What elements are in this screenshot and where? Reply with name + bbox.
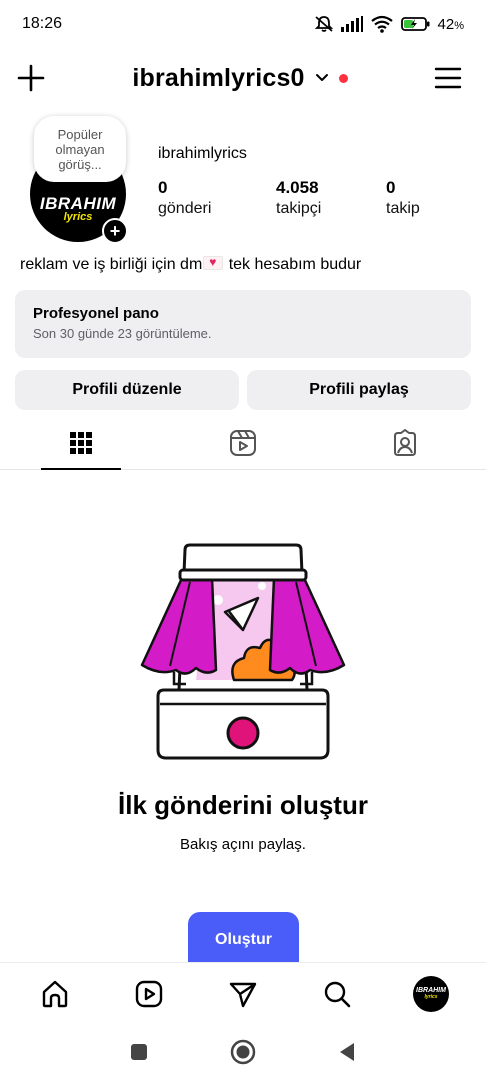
nav-profile[interactable]: IBRAHIM lyrics: [407, 970, 455, 1018]
wifi-icon: [370, 15, 393, 33]
reels-icon: [230, 429, 256, 456]
stat-followers-label: takipçi: [276, 200, 322, 217]
home-icon: [42, 980, 68, 1007]
nav-search[interactable]: [313, 970, 361, 1018]
bio-text-start: reklam ve iş birliği için dm: [20, 256, 203, 273]
account-switcher[interactable]: ibrahimlyrics0: [132, 63, 348, 93]
stat-following-label: takip: [386, 200, 420, 217]
grid-icon: [70, 431, 92, 454]
empty-state-subtitle: Bakış açını paylaş.: [180, 836, 306, 853]
nav-avatar-subtext: lyrics: [424, 994, 438, 1000]
tagged-icon: [394, 428, 416, 456]
chevron-down-icon: [315, 74, 328, 81]
share-profile-button[interactable]: Profili paylaş: [247, 370, 471, 410]
reels-icon: [135, 980, 163, 1007]
stat-following-value: 0: [386, 178, 396, 197]
tab-tagged[interactable]: [324, 416, 486, 469]
plus-icon: [17, 64, 45, 92]
profile-header: ibrahimlyrics0: [0, 52, 486, 104]
stat-following[interactable]: 0 takip: [386, 178, 420, 220]
nav-home[interactable]: [31, 970, 79, 1018]
battery-percent: 42%: [437, 15, 464, 33]
home-icon[interactable]: [230, 1039, 256, 1065]
profile-actions: Profili düzenle Profili paylaş: [15, 370, 471, 410]
search-icon: [324, 981, 351, 1007]
stat-followers-value: 4.058: [276, 178, 319, 197]
battery-charging-icon: [400, 17, 430, 31]
create-button[interactable]: [16, 63, 46, 93]
avatar-subtext: lyrics: [63, 210, 93, 223]
tab-posts-grid[interactable]: [0, 416, 162, 470]
create-post-button[interactable]: Oluştur: [188, 912, 299, 964]
menu-button[interactable]: [434, 64, 462, 92]
stat-posts-value: 0: [158, 178, 168, 197]
header-username: ibrahimlyrics0: [132, 63, 305, 92]
edit-profile-button[interactable]: Profili düzenle: [15, 370, 239, 410]
status-time: 18:26: [22, 15, 63, 32]
tab-reels[interactable]: [162, 416, 324, 469]
add-story-button[interactable]: +: [102, 218, 128, 244]
content-tabs: [0, 416, 486, 470]
signal-icon: [340, 16, 363, 32]
status-icons: 42%: [314, 15, 464, 33]
nav-avatar-text: IBRAHIM: [416, 987, 446, 994]
system-navigation: [0, 1024, 486, 1080]
love-letter-icon: [203, 255, 224, 270]
bio-text-end: tek hesabım budur: [224, 256, 362, 273]
dashboard-title: Profesyonel pano: [33, 305, 159, 322]
note-text: Popüler olmayan görüş...: [55, 126, 105, 172]
note-bubble[interactable]: Popüler olmayan görüş...: [34, 116, 126, 182]
bottom-navigation: IBRAHIM lyrics: [0, 962, 486, 1024]
professional-dashboard[interactable]: Profesyonel pano Son 30 günde 23 görüntü…: [15, 290, 471, 358]
nav-messages[interactable]: [219, 970, 267, 1018]
menu-icon: [434, 67, 462, 89]
camera-illustration: [140, 543, 346, 760]
dashboard-subtitle: Son 30 günde 23 görüntüleme.: [33, 326, 212, 341]
nav-reels[interactable]: [125, 970, 173, 1018]
display-name: ibrahimlyrics: [158, 145, 247, 162]
back-icon[interactable]: [338, 1042, 356, 1062]
profile-avatar-icon: IBRAHIM lyrics: [413, 975, 449, 1012]
messages-icon: [229, 982, 257, 1007]
empty-state-title: İlk gönderini oluştur: [118, 790, 368, 820]
profile-bio: reklam ve iş birliği için dm tek hesabım…: [20, 255, 362, 274]
recents-icon[interactable]: [130, 1043, 148, 1061]
stat-followers[interactable]: 4.058 takipçi: [276, 178, 321, 220]
stat-posts-label: gönderi: [158, 200, 212, 217]
stat-posts[interactable]: 0 gönderi: [158, 178, 211, 220]
notification-dot: [338, 73, 348, 83]
status-bar: 18:26 42%: [0, 0, 486, 48]
mute-icon: [314, 16, 333, 32]
